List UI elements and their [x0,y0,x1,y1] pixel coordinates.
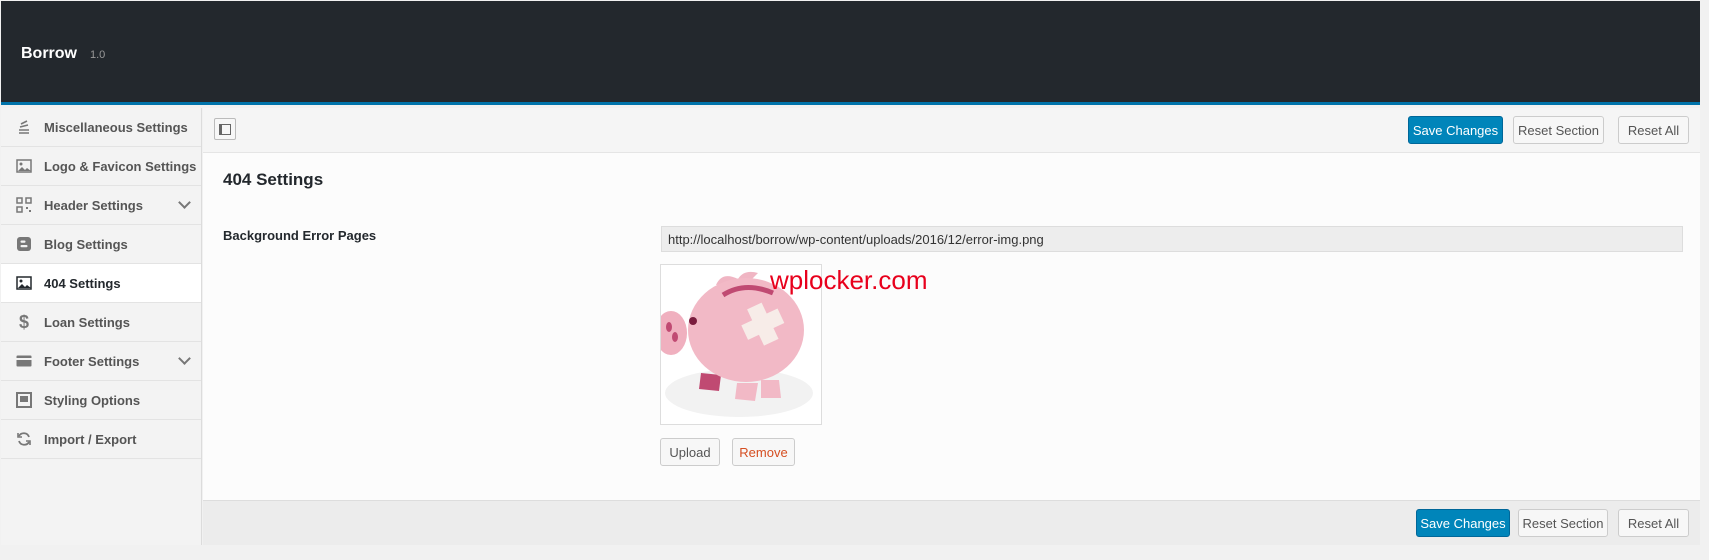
app-header: Borrow 1.0 [1,1,1700,105]
expand-toggle-button[interactable] [214,118,236,140]
upload-button[interactable]: Upload [660,438,720,466]
settings-sidebar: Miscellaneous Settings Logo & Favicon Se… [1,108,202,545]
save-changes-button[interactable]: Save Changes [1408,116,1503,144]
sidebar-item-logo-favicon[interactable]: Logo & Favicon Settings [1,147,201,186]
blogger-icon [15,235,33,253]
save-changes-button[interactable]: Save Changes [1416,509,1510,537]
reset-section-button[interactable]: Reset Section [1518,509,1608,537]
top-toolbar: Save Changes Reset Section Reset All [203,108,1700,153]
sidebar-item-label: Miscellaneous Settings [44,119,188,135]
sidebar-item-header[interactable]: Header Settings [1,186,201,225]
stack-icon [15,118,33,136]
reset-all-button[interactable]: Reset All [1618,509,1689,537]
sidebar-item-styling[interactable]: Styling Options [1,381,201,420]
reset-section-button[interactable]: Reset Section [1513,116,1604,144]
background-url-input[interactable] [661,226,1683,252]
sidebar-item-import-export[interactable]: Import / Export [1,420,201,459]
field-label: Background Error Pages [223,228,377,243]
qr-code-icon [15,196,33,214]
sidebar-toggle-icon [219,123,231,135]
sidebar-item-loan[interactable]: $ Loan Settings [1,303,201,342]
dollar-icon: $ [18,311,29,332]
sidebar-item-label: 404 Settings [44,275,121,291]
app-title: Borrow [21,45,77,62]
image-icon [15,274,33,292]
remove-button[interactable]: Remove [732,438,795,466]
sidebar-item-miscellaneous[interactable]: Miscellaneous Settings [1,108,201,147]
sidebar-item-footer[interactable]: Footer Settings [1,342,201,381]
watermark-text: wplocker.com [770,265,928,295]
sidebar-item-label: Import / Export [44,431,137,447]
sidebar-item-label: Header Settings [44,197,143,213]
section-title: 404 Settings [223,170,324,189]
sidebar-item-label: Logo & Favicon Settings [44,158,197,174]
bottom-toolbar: Save Changes Reset Section Reset All [203,500,1700,545]
sidebar-item-blog[interactable]: Blog Settings [1,225,201,264]
image-icon [15,157,33,175]
chevron-down-icon[interactable] [178,352,191,365]
reset-all-button[interactable]: Reset All [1618,116,1689,144]
credit-card-icon [15,352,33,370]
sidebar-item-label: Blog Settings [44,236,128,252]
sidebar-item-label: Loan Settings [44,314,130,330]
sidebar-item-label: Styling Options [44,392,141,408]
sidebar-item-label: Footer Settings [44,353,140,369]
window-icon [15,391,33,409]
sidebar-item-404[interactable]: 404 Settings [1,264,201,303]
app-version: 1.0 [90,49,106,61]
chevron-down-icon[interactable] [178,196,191,209]
settings-panel: Save Changes Reset Section Reset All 404… [203,108,1700,545]
refresh-icon [15,430,33,448]
